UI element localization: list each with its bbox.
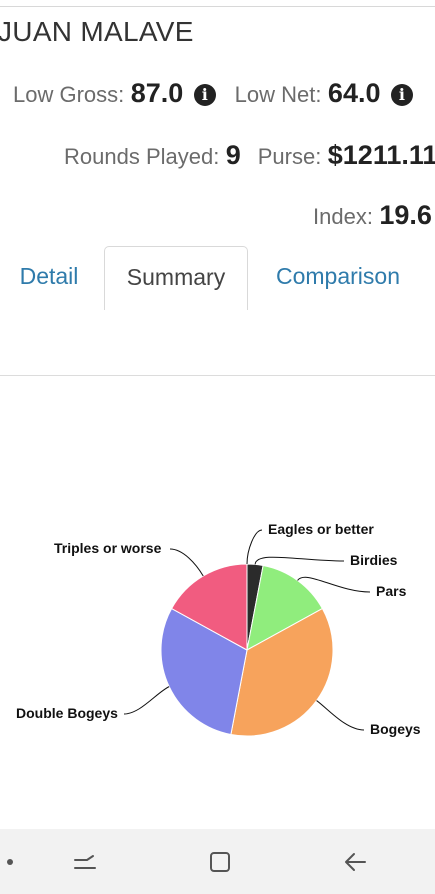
tab-detail[interactable]: Detail	[0, 246, 98, 310]
slice-bogeys-label: Bogeys	[370, 721, 421, 737]
tab-bar: Detail Summary Comparison	[0, 246, 435, 310]
low-gross-value: 87.0	[130, 78, 184, 108]
rounds-played-value: 9	[225, 140, 241, 170]
tab-summary[interactable]: Summary	[104, 246, 248, 310]
section-divider	[0, 375, 435, 376]
low-net-label: Low Net:	[234, 82, 322, 107]
home-icon[interactable]	[195, 829, 245, 894]
index-row: Index: 19.6	[313, 200, 432, 231]
low-net-value: 64.0	[327, 78, 381, 108]
android-nav-bar	[0, 829, 435, 894]
index-label: Index:	[313, 204, 373, 229]
rounds-purse-row: Rounds Played: 9 Purse: $1211.11	[64, 140, 435, 171]
slice-double-bogeys-label: Double Bogeys	[16, 705, 118, 721]
rounds-played-label: Rounds Played:	[64, 144, 220, 169]
index-value: 19.6	[379, 200, 432, 230]
slice-triples-or-worse-connector	[169, 548, 204, 577]
slice-birdies-connector	[254, 556, 345, 565]
slice-double-bogeys-connector	[123, 686, 170, 715]
slice-pars-label: Pars	[376, 583, 407, 599]
player-name: JUAN MALAVE	[0, 16, 194, 47]
slice-triples-or-worse-label: Triples or worse	[54, 540, 162, 556]
top-divider	[0, 6, 435, 7]
summary-pie-chart: Eagles or better Birdies Pars Bogeys Double …	[16, 521, 421, 737]
low-net-info-icon[interactable]: i	[390, 84, 413, 106]
purse-value: $1211.11	[327, 140, 435, 170]
slice-bogeys-connector	[316, 700, 365, 731]
gross-net-row: Low Gross: 87.0 i Low Net: 64.0 i	[13, 78, 413, 109]
back-icon[interactable]	[330, 829, 380, 894]
slice-eagles-or-better-label: Eagles or better	[268, 521, 374, 537]
low-gross-info-icon[interactable]: i	[193, 84, 216, 106]
purse-label: Purse:	[257, 144, 322, 169]
recent-apps-icon[interactable]	[60, 829, 110, 894]
slice-birdies-label: Birdies	[350, 552, 398, 568]
tab-comparison[interactable]: Comparison	[258, 246, 418, 310]
dot-icon	[0, 829, 20, 894]
low-gross-label: Low Gross:	[13, 82, 125, 107]
